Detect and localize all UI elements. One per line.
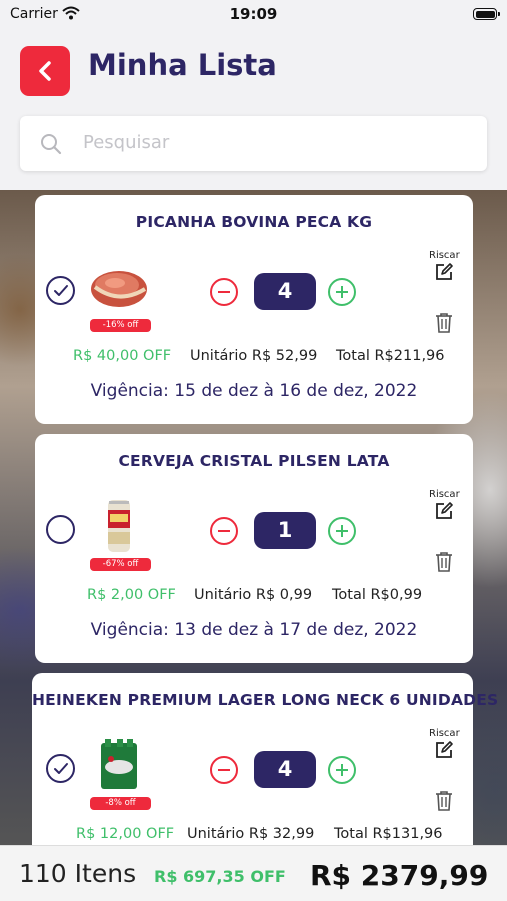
product-card: HEINEKEN PREMIUM LAGER LONG NECK 6 UNIDA… — [32, 673, 499, 845]
validity-text: Vigência: 15 de dez à 16 de dez, 2022 — [90, 381, 418, 401]
unit-price: Unitário R$ 0,99 — [194, 587, 313, 603]
increase-quantity-button[interactable] — [328, 278, 356, 306]
total-discount: R$ 697,35 OFF — [154, 867, 286, 886]
minus-icon — [218, 768, 230, 771]
status-bar: Carrier 19:09 — [0, 0, 507, 30]
discount-badge: -16% off — [90, 319, 151, 332]
edit-icon[interactable] — [434, 262, 454, 282]
back-button[interactable] — [20, 46, 70, 96]
product-image — [91, 271, 147, 307]
status-time: 19:09 — [229, 5, 278, 23]
trash-icon[interactable] — [435, 551, 453, 573]
product-list[interactable]: PICANHA BOVINA PECA KG -16% off 4 Riscar — [0, 190, 507, 845]
check-icon — [53, 284, 68, 296]
product-name: CERVEJA CRISTAL PILSEN LATA — [118, 452, 390, 470]
decrease-quantity-button[interactable] — [210, 517, 238, 545]
item-total: Total R$0,99 — [332, 587, 423, 603]
decrease-quantity-button[interactable] — [210, 278, 238, 306]
check-toggle[interactable] — [46, 754, 75, 783]
search-icon — [41, 134, 62, 155]
minus-icon — [218, 290, 230, 293]
trash-icon[interactable] — [435, 790, 453, 812]
discount-amount: R$ 12,00 OFF — [76, 826, 175, 842]
search-placeholder: Pesquisar — [83, 132, 170, 153]
discount-badge: -8% off — [90, 797, 151, 810]
quantity-value: 4 — [254, 273, 316, 310]
header: Minha Lista Pesquisar — [0, 30, 507, 190]
page-title: Minha Lista — [88, 48, 277, 82]
plus-icon — [336, 525, 348, 537]
increase-quantity-button[interactable] — [328, 756, 356, 784]
unit-price: Unitário R$ 32,99 — [187, 826, 315, 842]
check-toggle[interactable] — [46, 515, 75, 544]
quantity-value: 4 — [254, 751, 316, 788]
unit-price: Unitário R$ 52,99 — [190, 348, 318, 364]
quantity-value: 1 — [254, 512, 316, 549]
product-image — [108, 500, 130, 552]
battery-icon — [473, 8, 500, 20]
plus-icon — [336, 286, 348, 298]
edit-icon[interactable] — [434, 740, 454, 760]
check-icon — [53, 762, 68, 774]
product-card: CERVEJA CRISTAL PILSEN LATA -67% off 1 R… — [35, 434, 473, 663]
product-image — [101, 739, 137, 789]
validity-text: Vigência: 13 de dez à 17 de dez, 2022 — [90, 620, 418, 640]
check-toggle[interactable] — [46, 276, 75, 305]
grand-total: R$ 2379,99 — [310, 859, 489, 892]
discount-amount: R$ 40,00 OFF — [73, 348, 172, 364]
riscar-label: Riscar — [429, 250, 460, 261]
edit-icon[interactable] — [434, 501, 454, 521]
minus-icon — [218, 529, 230, 532]
product-card: PICANHA BOVINA PECA KG -16% off 4 Riscar — [35, 195, 473, 424]
summary-footer: 110 Itens R$ 697,35 OFF R$ 2379,99 — [0, 845, 507, 901]
riscar-label: Riscar — [429, 489, 460, 500]
product-name: HEINEKEN PREMIUM LAGER LONG NECK 6 UNIDA… — [32, 691, 499, 709]
plus-icon — [336, 764, 348, 776]
item-total: Total R$131,96 — [334, 826, 443, 842]
trash-icon[interactable] — [435, 312, 453, 334]
item-total: Total R$211,96 — [336, 348, 445, 364]
riscar-label: Riscar — [429, 728, 460, 739]
discount-badge: -67% off — [90, 558, 151, 571]
search-input[interactable]: Pesquisar — [20, 116, 487, 171]
items-count: 110 Itens — [19, 859, 137, 888]
decrease-quantity-button[interactable] — [210, 756, 238, 784]
discount-amount: R$ 2,00 OFF — [87, 587, 176, 603]
increase-quantity-button[interactable] — [328, 517, 356, 545]
product-name: PICANHA BOVINA PECA KG — [135, 213, 373, 231]
chevron-left-icon — [39, 61, 51, 81]
